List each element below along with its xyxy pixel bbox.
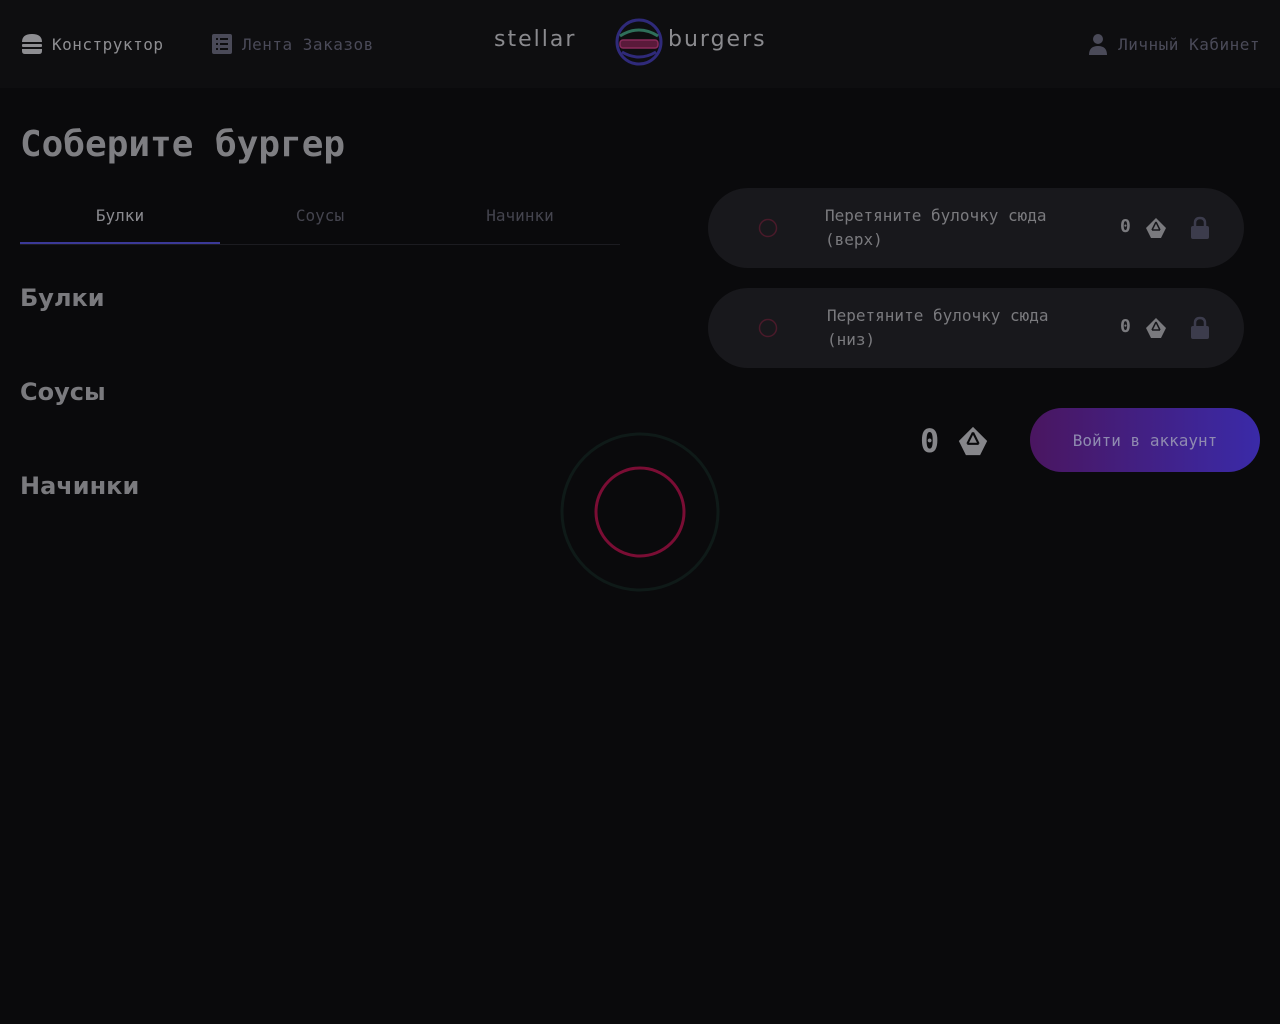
lock-icon — [1191, 216, 1209, 239]
bun-top-slot[interactable]: Перетяните булочку сюда (верх) 0 — [708, 188, 1244, 268]
bun-top-price: 0 — [1120, 216, 1131, 237]
login-button[interactable]: Войти в аккаунт — [1030, 408, 1260, 472]
bun-top-slot-text: Перетяните булочку сюда (верх) — [825, 206, 1047, 249]
nav-profile[interactable]: Личный Кабинет — [1086, 28, 1260, 60]
nav-constructor-label: Конструктор — [52, 34, 164, 54]
bun-bottom-slot-text: Перетяните булочку сюда (низ) — [827, 306, 1049, 349]
lock-icon — [1191, 316, 1209, 339]
logo-text-left: stellar — [494, 27, 576, 52]
user-icon — [1089, 34, 1108, 55]
tab-buns[interactable]: Булки — [20, 196, 220, 244]
list-icon — [212, 34, 232, 54]
bun-bottom-price: 0 — [1120, 316, 1131, 337]
loader-spinner — [560, 432, 720, 592]
section-heading-sauces: Соусы — [20, 378, 106, 406]
currency-icon — [1146, 318, 1166, 338]
nav-order-feed[interactable]: Лента Заказов — [210, 28, 374, 60]
nav-order-feed-label: Лента Заказов — [242, 34, 374, 54]
stellar-burgers-logo[interactable]: stellar burgers — [494, 16, 786, 68]
nav-constructor[interactable]: Конструктор — [20, 28, 163, 60]
total-price: 0 — [920, 422, 940, 460]
tab-sauces[interactable]: Соусы — [220, 196, 420, 244]
page-title: Соберите бургер — [20, 124, 346, 165]
tab-fillings[interactable]: Начинки — [420, 196, 620, 244]
bun-bottom-slot[interactable]: Перетяните булочку сюда (низ) 0 — [708, 288, 1244, 368]
currency-icon — [958, 426, 988, 456]
app-header: Конструктор Лента Заказов stellar burger… — [0, 0, 1280, 88]
placeholder-circle-icon — [758, 218, 778, 238]
section-heading-fillings: Начинки — [20, 472, 140, 500]
ingredient-tabs: Булки Соусы Начинки — [20, 196, 620, 245]
placeholder-circle-icon — [758, 318, 778, 338]
burger-icon — [22, 34, 42, 54]
nav-profile-label: Личный Кабинет — [1118, 34, 1260, 54]
logo-text-right: burgers — [668, 27, 767, 52]
currency-icon — [1146, 218, 1166, 238]
section-heading-buns: Булки — [20, 284, 105, 312]
